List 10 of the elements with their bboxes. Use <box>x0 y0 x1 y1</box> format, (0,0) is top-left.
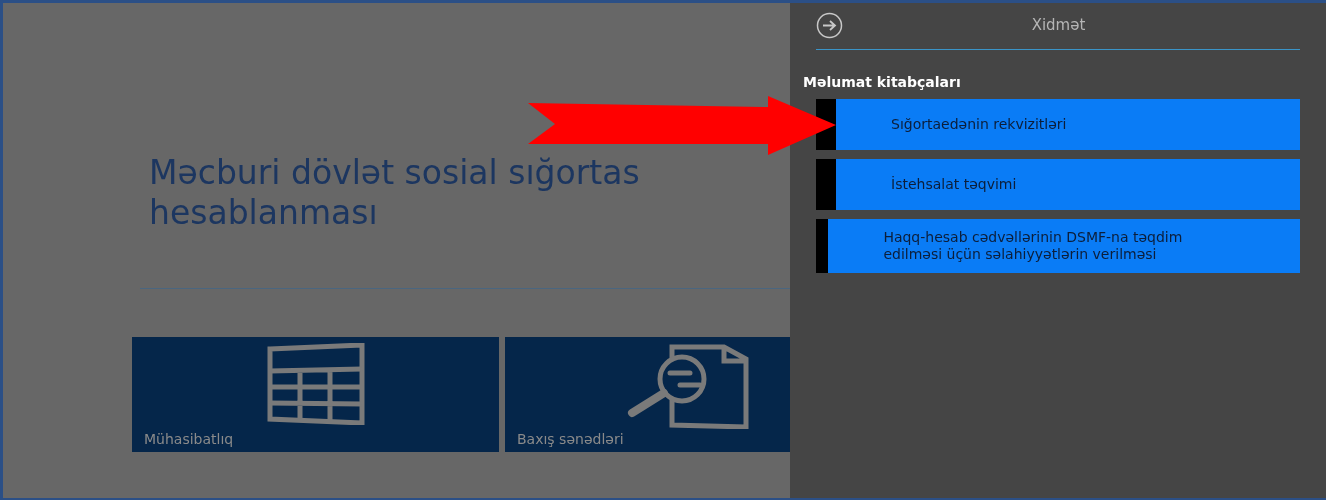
menu-tile[interactable]: Baxış sənədləri <box>505 337 790 452</box>
menu-item[interactable]: İstehsalat təqvimi <box>816 159 1300 210</box>
spreadsheet-icon <box>265 343 366 425</box>
menu-item[interactable]: Sığortaedənin rekvizitləri <box>816 99 1300 150</box>
page-title-line: Məcburi dövlət sosial sığortas <box>149 153 641 193</box>
section-heading: Məlumat kitabçaları <box>803 73 962 92</box>
menu-tile[interactable]: Mühasibatlıq <box>132 337 499 452</box>
panel-title: Xidmət <box>1030 15 1087 37</box>
menu-item[interactable]: Haqq-hesab cədvəllərinin DSMF-na təqdim edilməsi üçün səlahiyyətlərin verilməsi <box>816 219 1300 273</box>
page-title-line: hesablanması <box>149 193 379 233</box>
